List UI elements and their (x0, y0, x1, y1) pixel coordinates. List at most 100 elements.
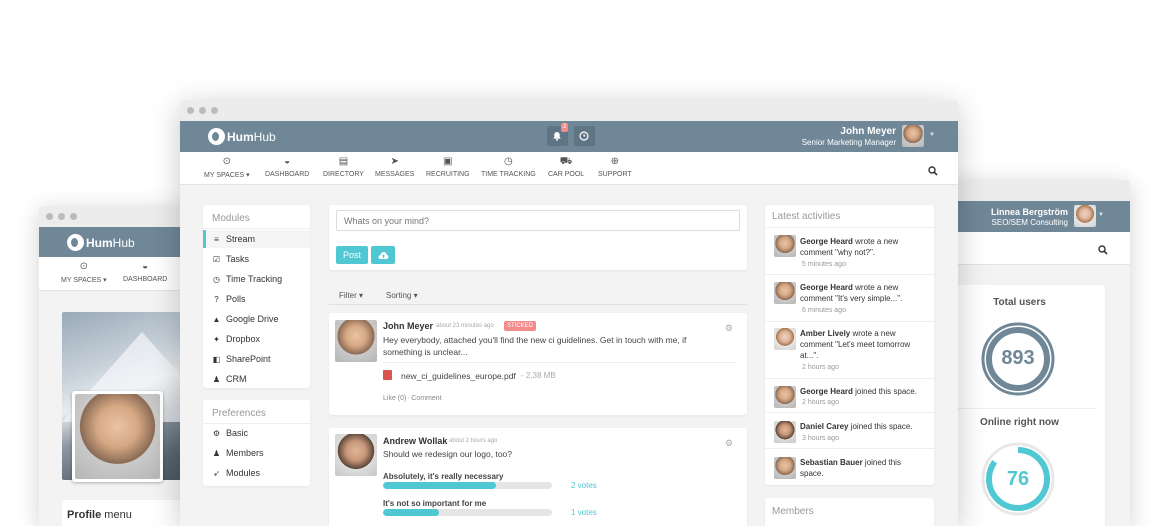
post-text: Hey everybody, attached you'll find the … (383, 335, 687, 357)
nav-time-tracking[interactable]: ◷ TIME TRACKING (481, 152, 536, 178)
nav-dashboard[interactable]: ◒ DASHBOARD (123, 257, 167, 283)
preference-basic[interactable]: ⚙ Basic (212, 428, 248, 438)
preference-modules[interactable]: ➶ Modules (212, 468, 260, 478)
poll-answer-bar[interactable] (383, 509, 552, 516)
humhub-logo[interactable]: Hum Hub (208, 128, 276, 145)
profile-menu-title-rest: menu (101, 509, 132, 521)
notifications-button[interactable]: 2 (547, 123, 569, 146)
activity-text: George Heard joined this space. (800, 386, 925, 397)
humhub-logo[interactable]: Hum Hub (67, 234, 135, 251)
nav-my-spaces[interactable]: ⊙ MY SPACES ▾ (61, 257, 107, 284)
poll-answer-fill (383, 509, 439, 516)
divider (383, 362, 736, 363)
nav-support[interactable]: ⊕ SUPPORT (598, 152, 632, 178)
nav-label: TIME TRACKING (481, 171, 536, 178)
activity-user: George Heard (800, 283, 853, 292)
activity-user: Sebastian Bauer (800, 458, 863, 467)
nav-label: MESSAGES (375, 171, 415, 178)
members-header: Members (772, 506, 814, 517)
divider (329, 304, 747, 305)
search-icon[interactable] (1098, 242, 1108, 255)
nav-my-spaces[interactable]: ⊙ MY SPACES ▾ (204, 152, 250, 179)
support-icon: ⊕ (610, 156, 620, 167)
cloud-upload-icon (378, 251, 388, 259)
user-name[interactable]: John Meyer (840, 126, 896, 137)
poll-votes[interactable]: 2 votes (571, 481, 597, 490)
module-google-drive[interactable]: ▲ Google Drive (212, 314, 279, 324)
preference-label: Members (226, 448, 264, 458)
sorting-dropdown[interactable]: Sorting ▾ (386, 291, 418, 300)
activity-text: George Heard wrote a new comment "why no… (800, 236, 925, 258)
attachment-link[interactable]: new_ci_guidelines_europe.pdf (401, 371, 516, 381)
modules-header: Modules (212, 213, 250, 224)
author-avatar[interactable] (335, 320, 377, 362)
linkedin-icon: ▣ (443, 156, 453, 167)
poll-votes[interactable]: 1 votes (571, 508, 597, 517)
main-browser-window: Hum Hub 2 John Meyer Senior Marketing Man… (180, 100, 958, 526)
author-avatar[interactable] (335, 434, 377, 476)
activity-button[interactable] (574, 126, 595, 146)
total-users-value: 893 (1001, 347, 1035, 369)
module-crm[interactable]: ♟ CRM (212, 374, 247, 384)
activity-user: George Heard (800, 387, 853, 396)
poll-answer-label: Absolutely, it's really necessary (383, 472, 504, 481)
module-polls[interactable]: ? Polls (212, 294, 246, 304)
like-link[interactable]: Like (0) (383, 395, 406, 402)
post-author[interactable]: John Meyer (383, 321, 433, 331)
activity-time: 2 hours ago (802, 364, 839, 371)
chevron-down-icon[interactable]: ▼ (929, 132, 935, 138)
logo-text: Hub (112, 235, 135, 250)
module-stream[interactable]: ≡ Stream (212, 234, 255, 244)
user-name[interactable]: Linnea Bergström (991, 207, 1068, 217)
activity-text: Amber Lively wrote a new comment "Let's … (800, 328, 925, 361)
nav-directory[interactable]: ▤ DIRECTORY (323, 152, 364, 178)
profile-menu-title-bold: Profile (67, 509, 102, 521)
nav-dashboard[interactable]: ◒ DASHBOARD (265, 152, 309, 178)
divider (957, 408, 1095, 409)
module-label: Polls (226, 294, 246, 304)
post-author[interactable]: Andrew Wollak (383, 436, 447, 446)
navigation-bar: ⊙ MY SPACES ▾ ◒ DASHBOARD ▤ DIRECTORY ➤ … (180, 152, 958, 185)
nav-car-pool[interactable]: ⛟ CAR POOL (548, 152, 584, 178)
comment-link[interactable]: · Comment (407, 395, 442, 402)
logo-text-bold: Hum (86, 235, 113, 250)
post-input[interactable] (336, 210, 740, 231)
activity-time: 3 hours ago (802, 435, 839, 442)
upload-button[interactable] (371, 246, 395, 264)
nav-messages[interactable]: ➤ MESSAGES (375, 152, 414, 178)
poll-answer-bar[interactable] (383, 482, 552, 489)
preference-label: Basic (226, 428, 249, 438)
post-settings-icon[interactable]: ⚙ (725, 323, 733, 334)
module-tasks[interactable]: ☑ Tasks (212, 254, 249, 264)
activity-text: Sebastian Bauer joined this space. (800, 457, 910, 479)
divider (203, 228, 310, 229)
post-composer: Post (329, 205, 747, 270)
nav-recruiting[interactable]: ▣ RECRUITING (426, 152, 470, 178)
preference-label: Modules (226, 468, 261, 478)
poll-answer-fill (383, 482, 497, 489)
post-settings-icon[interactable]: ⚙ (725, 438, 733, 449)
online-value: 76 (1006, 468, 1030, 490)
module-sharepoint[interactable]: ◧ SharePoint (212, 354, 271, 364)
user-avatar[interactable] (902, 125, 924, 147)
sticked-badge: STICKED (504, 321, 537, 331)
post-card: Andrew Wollak about 2 hours ago ⚙ Should… (329, 428, 747, 526)
activity-description: joined this space. (848, 422, 913, 431)
user-avatar[interactable] (1074, 205, 1096, 227)
profile-menu-title: Profile menu (67, 509, 132, 521)
filter-dropdown[interactable]: Filter ▾ (339, 291, 363, 300)
preference-members[interactable]: ♟ Members (212, 448, 264, 458)
bell-icon (553, 132, 561, 141)
right-browser-window: Linnea Bergström SEO/SEM Consulting ▼ To… (935, 180, 1130, 526)
module-dropbox[interactable]: ✦ Dropbox (212, 334, 260, 344)
profile-avatar[interactable] (72, 391, 163, 482)
search-icon[interactable] (928, 163, 938, 176)
module-time-tracking[interactable]: ◷ Time Tracking (212, 274, 282, 284)
chevron-down-icon[interactable]: ▼ (1098, 212, 1104, 218)
preferences-header: Preferences (212, 408, 266, 419)
post-time: about 23 minutes ago (436, 323, 494, 329)
rocket-icon: ➶ (213, 468, 220, 478)
post-button[interactable]: Post (336, 246, 368, 264)
activity-avatar (774, 282, 796, 304)
divider (765, 227, 934, 228)
